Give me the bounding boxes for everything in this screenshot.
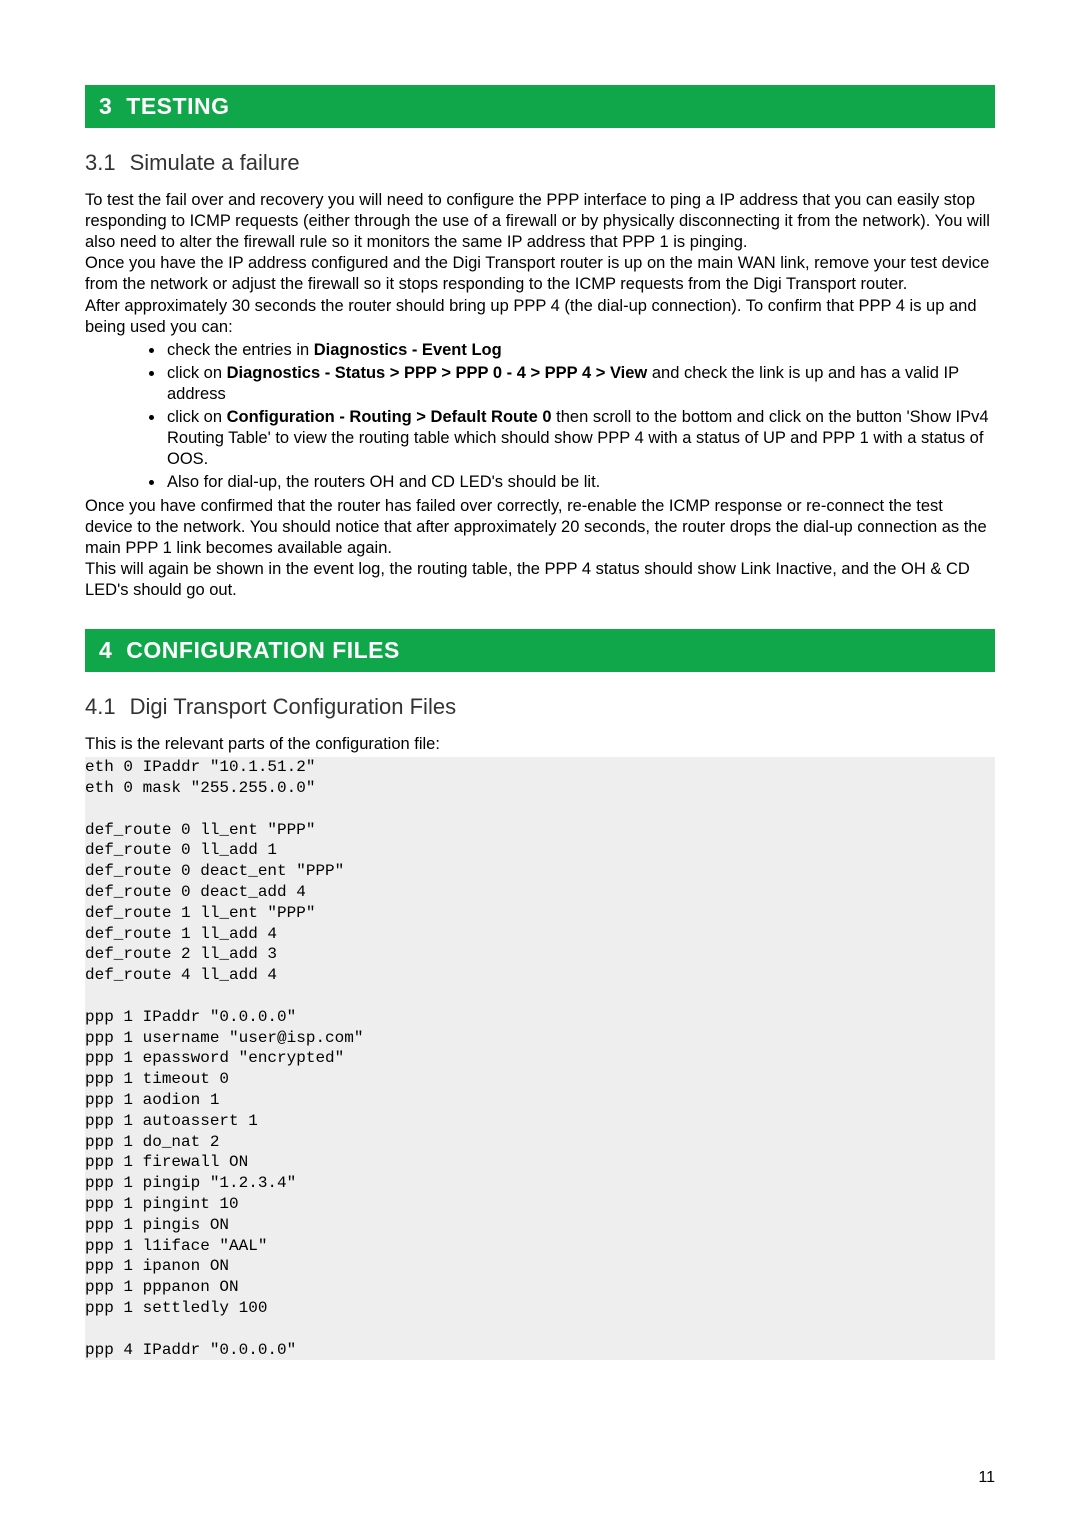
section-4-header: 4 CONFIGURATION FILES — [85, 629, 995, 672]
bullet-2: click on Diagnostics - Status > PPP > PP… — [165, 363, 995, 405]
subheading-3-1-number: 3.1 — [85, 150, 116, 175]
bullet-3: click on Configuration - Routing > Defau… — [165, 407, 995, 470]
subheading-4-1: 4.1 Digi Transport Configuration Files — [85, 694, 995, 720]
para-3-1-d: Once you have confirmed that the router … — [85, 496, 995, 559]
config-code-wrap: eth 0 IPaddr "10.1.51.2" eth 0 mask "255… — [85, 757, 995, 1360]
bullet-list-3-1: check the entries in Diagnostics - Event… — [85, 340, 995, 494]
section-3-title: TESTING — [126, 93, 229, 119]
config-code: eth 0 IPaddr "10.1.51.2" eth 0 mask "255… — [85, 757, 995, 1360]
bullet-1-pre: check the entries in — [167, 341, 314, 359]
para-4-1-intro: This is the relevant parts of the config… — [85, 734, 995, 755]
bullet-2-bold: Diagnostics - Status > PPP > PPP 0 - 4 >… — [227, 364, 648, 382]
bullet-1: check the entries in Diagnostics - Event… — [165, 340, 995, 361]
subheading-3-1-title: Simulate a failure — [130, 150, 300, 175]
para-3-1-e: This will again be shown in the event lo… — [85, 559, 995, 601]
bullet-2-pre: click on — [167, 364, 227, 382]
bullet-4-text: Also for dial-up, the routers OH and CD … — [167, 473, 600, 491]
subheading-3-1: 3.1 Simulate a failure — [85, 150, 995, 176]
para-3-1-c: After approximately 30 seconds the route… — [85, 296, 995, 338]
section-4-title: CONFIGURATION FILES — [126, 637, 400, 663]
bullet-1-bold: Diagnostics - Event Log — [314, 341, 502, 359]
page-number: 11 — [978, 1469, 995, 1487]
document-page: 3 TESTING 3.1 Simulate a failure To test t… — [0, 0, 1080, 1527]
bullet-3-bold: Configuration - Routing > Default Route … — [227, 408, 552, 426]
section-3-number: 3 — [99, 93, 112, 120]
para-3-1-b: Once you have the IP address configured … — [85, 253, 995, 295]
subheading-4-1-title: Digi Transport Configuration Files — [130, 694, 456, 719]
section-4-number: 4 — [99, 637, 112, 664]
para-3-1-a: To test the fail over and recovery you w… — [85, 190, 995, 253]
bullet-4: Also for dial-up, the routers OH and CD … — [165, 472, 995, 493]
subheading-4-1-number: 4.1 — [85, 694, 116, 719]
section-3-header: 3 TESTING — [85, 85, 995, 128]
bullet-3-pre: click on — [167, 408, 227, 426]
